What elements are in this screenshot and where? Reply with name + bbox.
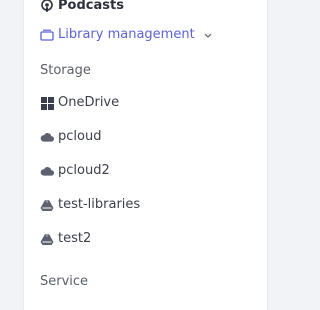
library-icon: [40, 28, 54, 42]
sidebar-item-pcloud2[interactable]: pcloud2: [40, 163, 110, 179]
cloud-icon: [40, 164, 54, 178]
sidebar-item-library-management[interactable]: Library management: [40, 27, 213, 43]
drive-icon: [40, 232, 54, 246]
cloud-icon: [40, 130, 54, 144]
sidebar-item-onedrive[interactable]: OneDrive: [40, 95, 119, 111]
podcast-icon: [40, 0, 54, 13]
sidebar-item-label: pcloud2: [58, 163, 110, 178]
sidebar-item-pcloud[interactable]: pcloud: [40, 129, 101, 145]
sidebar-item-label: test2: [58, 231, 92, 246]
sidebar-item-label: Podcasts: [58, 0, 124, 13]
sidebar-item-label: Library management: [58, 27, 195, 42]
section-title-storage: Storage: [40, 63, 91, 78]
sidebar-item-label: test-libraries: [58, 197, 141, 212]
section-title-service: Service: [40, 274, 89, 289]
sidebar-item-test2[interactable]: test2: [40, 231, 91, 247]
sidebar-item-label: pcloud: [58, 129, 102, 144]
windows-icon: [40, 96, 54, 110]
chevron-down-icon[interactable]: [203, 30, 213, 40]
drive-icon: [40, 198, 54, 212]
sidebar-item-podcasts[interactable]: Podcasts: [40, 0, 124, 14]
sidebar: Podcasts Library management Storage OneD: [23, 0, 268, 310]
sidebar-item-test-libraries[interactable]: test-libraries: [40, 197, 140, 213]
sidebar-item-label: OneDrive: [58, 95, 120, 110]
